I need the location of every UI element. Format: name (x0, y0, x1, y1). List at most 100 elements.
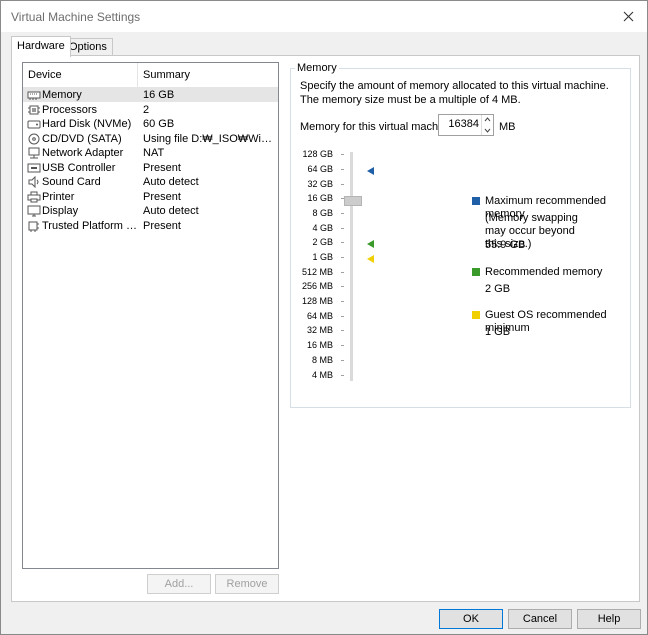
column-header-device[interactable]: Device (28, 69, 62, 81)
scale-tick-label: 16 MB (306, 340, 333, 350)
scale-tick-label: 256 MB (301, 281, 333, 291)
cancel-button[interactable]: Cancel (508, 609, 572, 629)
recommended-swatch (472, 268, 480, 276)
device-summary: Present (143, 190, 181, 203)
usb-icon (27, 163, 41, 172)
device-row-hard-disk[interactable]: Hard Disk (NVMe) 60 GB (23, 117, 278, 131)
device-name: Network Adapter (42, 147, 124, 159)
device-row-cd-dvd[interactable]: CD/DVD (SATA) Using file D:₩_ISO₩Windo..… (23, 132, 278, 146)
guest-minimum-swatch (472, 311, 480, 319)
scale-tick-mark (341, 345, 344, 346)
tab-options-label: Options (69, 41, 107, 53)
chevron-down-icon[interactable] (482, 125, 493, 135)
tpm-icon (28, 221, 39, 232)
device-name: Printer (42, 190, 75, 203)
remove-button[interactable]: Remove (215, 574, 279, 594)
device-row-sound-card[interactable]: Sound Card Auto detect (23, 175, 278, 189)
device-name: Display (42, 205, 79, 217)
recommended-label: Recommended memory (485, 266, 603, 278)
max-recommended-marker (367, 167, 374, 175)
guest-minimum-marker (367, 255, 374, 263)
ok-button[interactable]: OK (439, 609, 503, 629)
memory-spinner[interactable] (481, 115, 493, 135)
device-name: Memory (42, 89, 82, 101)
scale-tick-mark (341, 184, 344, 185)
scale-tick-mark (341, 242, 344, 243)
max-recommended-value: 55.9 GB (485, 239, 526, 251)
device-summary: Present (143, 161, 181, 174)
device-name: USB Controller (42, 161, 116, 174)
scale-tick-label: 2 GB (312, 237, 333, 247)
device-row-memory[interactable]: Memory 16 GB (23, 88, 278, 102)
device-name: Processors (42, 103, 98, 116)
device-row-processors[interactable]: Processors 2 (23, 103, 278, 117)
memory-field-label: Memory for this virtual machine: (300, 121, 456, 133)
scale-tick-mark (341, 360, 344, 361)
memory-spinbox[interactable]: 16384 (438, 114, 494, 136)
memory-group-label: Memory (295, 62, 339, 74)
device-summary: NAT (143, 147, 165, 159)
scale-tick-mark (341, 286, 344, 287)
scale-tick-mark (341, 330, 344, 331)
sound-card-icon (28, 176, 39, 188)
memory-slider-thumb[interactable] (344, 196, 362, 206)
device-summary: Using file D:₩_ISO₩Windo... (143, 132, 273, 145)
device-name: Hard Disk (NVMe) (42, 118, 132, 130)
recommended-value: 2 GB (485, 283, 511, 295)
memory-unit: MB (499, 121, 516, 133)
max-recommended-swatch (472, 197, 480, 205)
network-adapter-icon (28, 147, 40, 159)
scale-tick-label: 8 MB (311, 355, 333, 365)
scale-tick-mark (341, 213, 344, 214)
scale-tick-label: 128 MB (301, 296, 333, 306)
memory-icon (27, 91, 41, 100)
close-icon (623, 11, 633, 21)
tab-hardware-label: Hardware (17, 40, 65, 52)
scale-tick-label: 512 MB (301, 267, 333, 277)
device-summary: Auto detect (143, 176, 199, 188)
scale-tick-label: 4 GB (312, 223, 333, 233)
chevron-up-icon[interactable] (482, 115, 493, 125)
scale-tick-mark (341, 301, 344, 302)
device-summary: 2 (143, 103, 150, 116)
printer-icon (27, 191, 41, 202)
device-row-printer[interactable]: Printer Present (23, 190, 278, 204)
device-row-network-adapter[interactable]: Network Adapter NAT (23, 146, 278, 160)
title-bar: Virtual Machine Settings (1, 1, 647, 32)
scale-tick-label: 32 GB (307, 179, 333, 189)
memory-description: Specify the amount of memory allocated t… (300, 80, 609, 106)
device-summary: Auto detect (143, 205, 199, 217)
device-name: Sound Card (42, 176, 101, 188)
device-name: Trusted Platform Mo... (42, 219, 138, 232)
device-row-display[interactable]: Display Auto detect (23, 204, 278, 218)
scale-tick-mark (341, 375, 344, 376)
close-button[interactable] (615, 5, 641, 27)
hardware-panel: Device Summary Memory 16 GB Processors 2… (11, 55, 640, 602)
hard-disk-icon (27, 120, 41, 129)
device-list[interactable]: Device Summary Memory 16 GB Processors 2… (22, 62, 279, 569)
settings-window: Virtual Machine Settings Hardware Option… (0, 0, 648, 635)
help-button[interactable]: Help (577, 609, 641, 629)
window-title: Virtual Machine Settings (11, 10, 141, 24)
scale-tick-label: 16 GB (307, 193, 333, 203)
memory-value[interactable]: 16384 (439, 118, 479, 130)
device-summary: 16 GB (143, 89, 175, 101)
scale-tick-label: 1 GB (312, 252, 333, 262)
device-row-trusted-platform-module[interactable]: Trusted Platform Mo... Present (23, 219, 278, 233)
device-row-usb-controller[interactable]: USB Controller Present (23, 161, 278, 175)
tab-hardware[interactable]: Hardware (11, 36, 71, 57)
add-button[interactable]: Add... (147, 574, 211, 594)
cd-dvd-icon (28, 133, 40, 144)
scale-tick-label: 128 GB (302, 149, 333, 159)
column-divider[interactable] (137, 63, 138, 87)
device-summary: Present (143, 219, 181, 232)
scale-tick-label: 64 MB (306, 311, 333, 321)
scale-tick-label: 8 GB (312, 208, 333, 218)
recommended-marker (367, 240, 374, 248)
column-header-summary[interactable]: Summary (143, 69, 190, 81)
scale-tick-mark (341, 169, 344, 170)
memory-slider-track[interactable] (350, 152, 353, 381)
scale-tick-mark (341, 272, 344, 273)
memory-group: Memory Specify the amount of memory allo… (290, 62, 631, 408)
scale-tick-label: 4 MB (311, 370, 333, 380)
